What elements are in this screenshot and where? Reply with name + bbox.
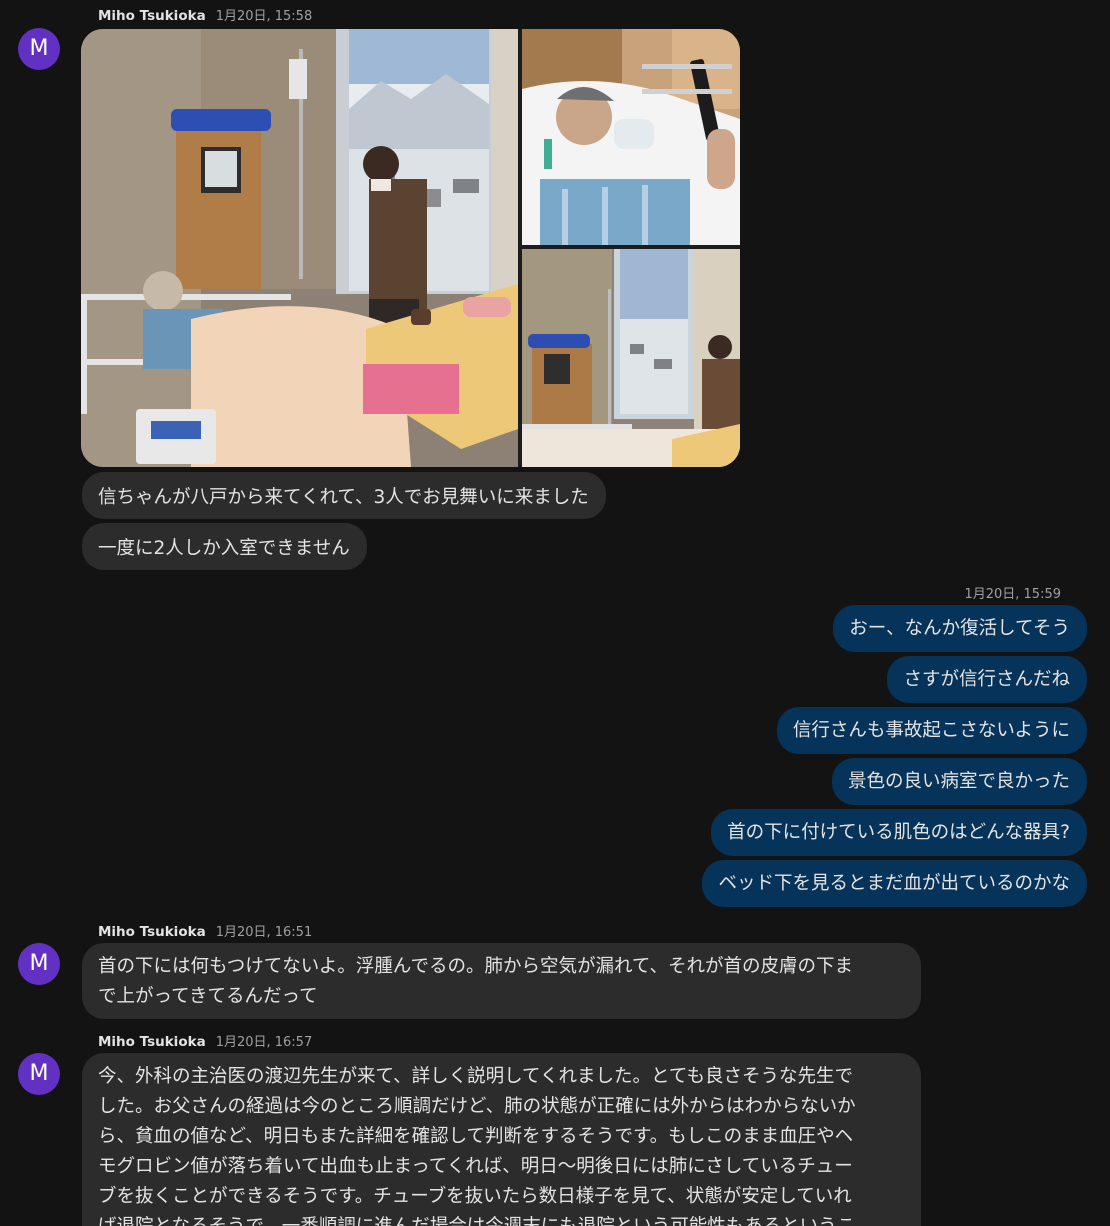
message-bubble[interactable]: 一度に2人しか入室できません <box>82 523 367 570</box>
message-text: 信ちゃんが八戸から来てくれて、3人でお見舞いに来ました <box>98 487 589 508</box>
avatar[interactable]: M <box>18 28 60 70</box>
message-bubble-outgoing[interactable]: 信行さんも事故起こさないように <box>776 707 1087 754</box>
avatar[interactable]: M <box>18 1053 60 1095</box>
message-text-line: ら、貧血の値など、明日もまた詳細を確認して判断をするそうです。もしこのまま血圧や… <box>98 1126 854 1147</box>
message-timestamp: 1月20日, 16:57 <box>215 1035 313 1050</box>
chat-thread: Miho Tsukioka 1月20日, 15:58 M 信ちゃんが八戸から来て… <box>0 0 1110 1226</box>
message-bubble[interactable]: 今、外科の主治医の渡辺先生が来て、詳しく説明してくれました。とても良さそうな先生… <box>82 1053 921 1226</box>
message-timestamp: 1月20日, 15:59 <box>964 587 1061 602</box>
message-timestamp: 1月20日, 16:51 <box>215 925 313 940</box>
message-header: Miho Tsukioka 1月20日, 16:57 <box>98 1031 312 1050</box>
message-text-line: ば退院となるそうで、一番順調に進んだ場合は今週末にも退院という可能性もあるという… <box>98 1212 904 1226</box>
message-bubble[interactable]: 首の下には何もつけてないよ。浮腫んでるの。肺から空気が漏れて、それが首の皮膚の下… <box>82 943 921 1019</box>
message-text: 一度に2人しか入室できません <box>98 538 350 559</box>
message-bubble-outgoing[interactable]: ベッド下を見るとまだ血が出ているのかな <box>702 860 1087 907</box>
sender-name: Miho Tsukioka <box>98 924 206 940</box>
patient-with-oxygen-mask-photo[interactable] <box>522 29 740 245</box>
hospital-room-illustration <box>81 29 518 467</box>
message-header: Miho Tsukioka 1月20日, 15:58 <box>98 5 312 24</box>
message-bubble-outgoing[interactable]: さすが信行さんだね <box>887 656 1087 703</box>
message-bubble[interactable]: 信ちゃんが八戸から来てくれて、3人でお見舞いに来ました <box>82 472 606 519</box>
message-text-line: で上がってきてるんだって <box>98 986 318 1007</box>
room-view-illustration <box>522 249 740 467</box>
message-bubble-outgoing[interactable]: 景色の良い病室で良かった <box>831 758 1087 805</box>
message-timestamp: 1月20日, 15:58 <box>215 9 313 24</box>
message-text: おー、なんか復活してそう <box>849 618 1070 639</box>
message-bubble-outgoing[interactable]: 首の下に付けている肌色のはどんな器具? <box>711 809 1087 856</box>
message-bubble-outgoing[interactable]: おー、なんか復活してそう <box>833 605 1087 652</box>
patient-illustration <box>522 29 740 245</box>
hospital-room-photo[interactable] <box>81 29 518 467</box>
message-text-line: 首の下には何もつけてないよ。浮腫んでるの。肺から空気が漏れて、それが首の皮膚の下… <box>98 956 853 977</box>
message-text: 信行さんも事故起こさないように <box>792 720 1070 741</box>
room-window-snow-view-photo[interactable] <box>522 249 740 467</box>
sender-name: Miho Tsukioka <box>98 8 206 24</box>
message-text: 景色の良い病室で良かった <box>847 771 1070 792</box>
message-text-line: した。お父さんの経過は今のところ順調だけど、肺の状態が正確には外からはわからない… <box>98 1096 856 1117</box>
message-text: さすが信行さんだね <box>903 669 1070 690</box>
photo-grid <box>81 29 740 467</box>
message-text: ベッド下を見るとまだ血が出ているのかな <box>718 873 1070 894</box>
message-text-line: 今、外科の主治医の渡辺先生が来て、詳しく説明してくれました。とても良さそうな先生… <box>98 1066 853 1087</box>
message-text-line: モグロビン値が落ち着いて出血も止まってくれば、明日〜明後日には肺にさしているチュ… <box>98 1156 853 1177</box>
message-text: 首の下に付けている肌色のはどんな器具? <box>727 822 1070 843</box>
message-text-line: ブを抜くことができるそうです。チューブを抜いたら数日様子を見て、状態が安定してい… <box>98 1186 852 1207</box>
sender-name: Miho Tsukioka <box>98 1034 206 1050</box>
message-header: Miho Tsukioka 1月20日, 16:51 <box>98 921 312 940</box>
avatar[interactable]: M <box>18 943 60 985</box>
